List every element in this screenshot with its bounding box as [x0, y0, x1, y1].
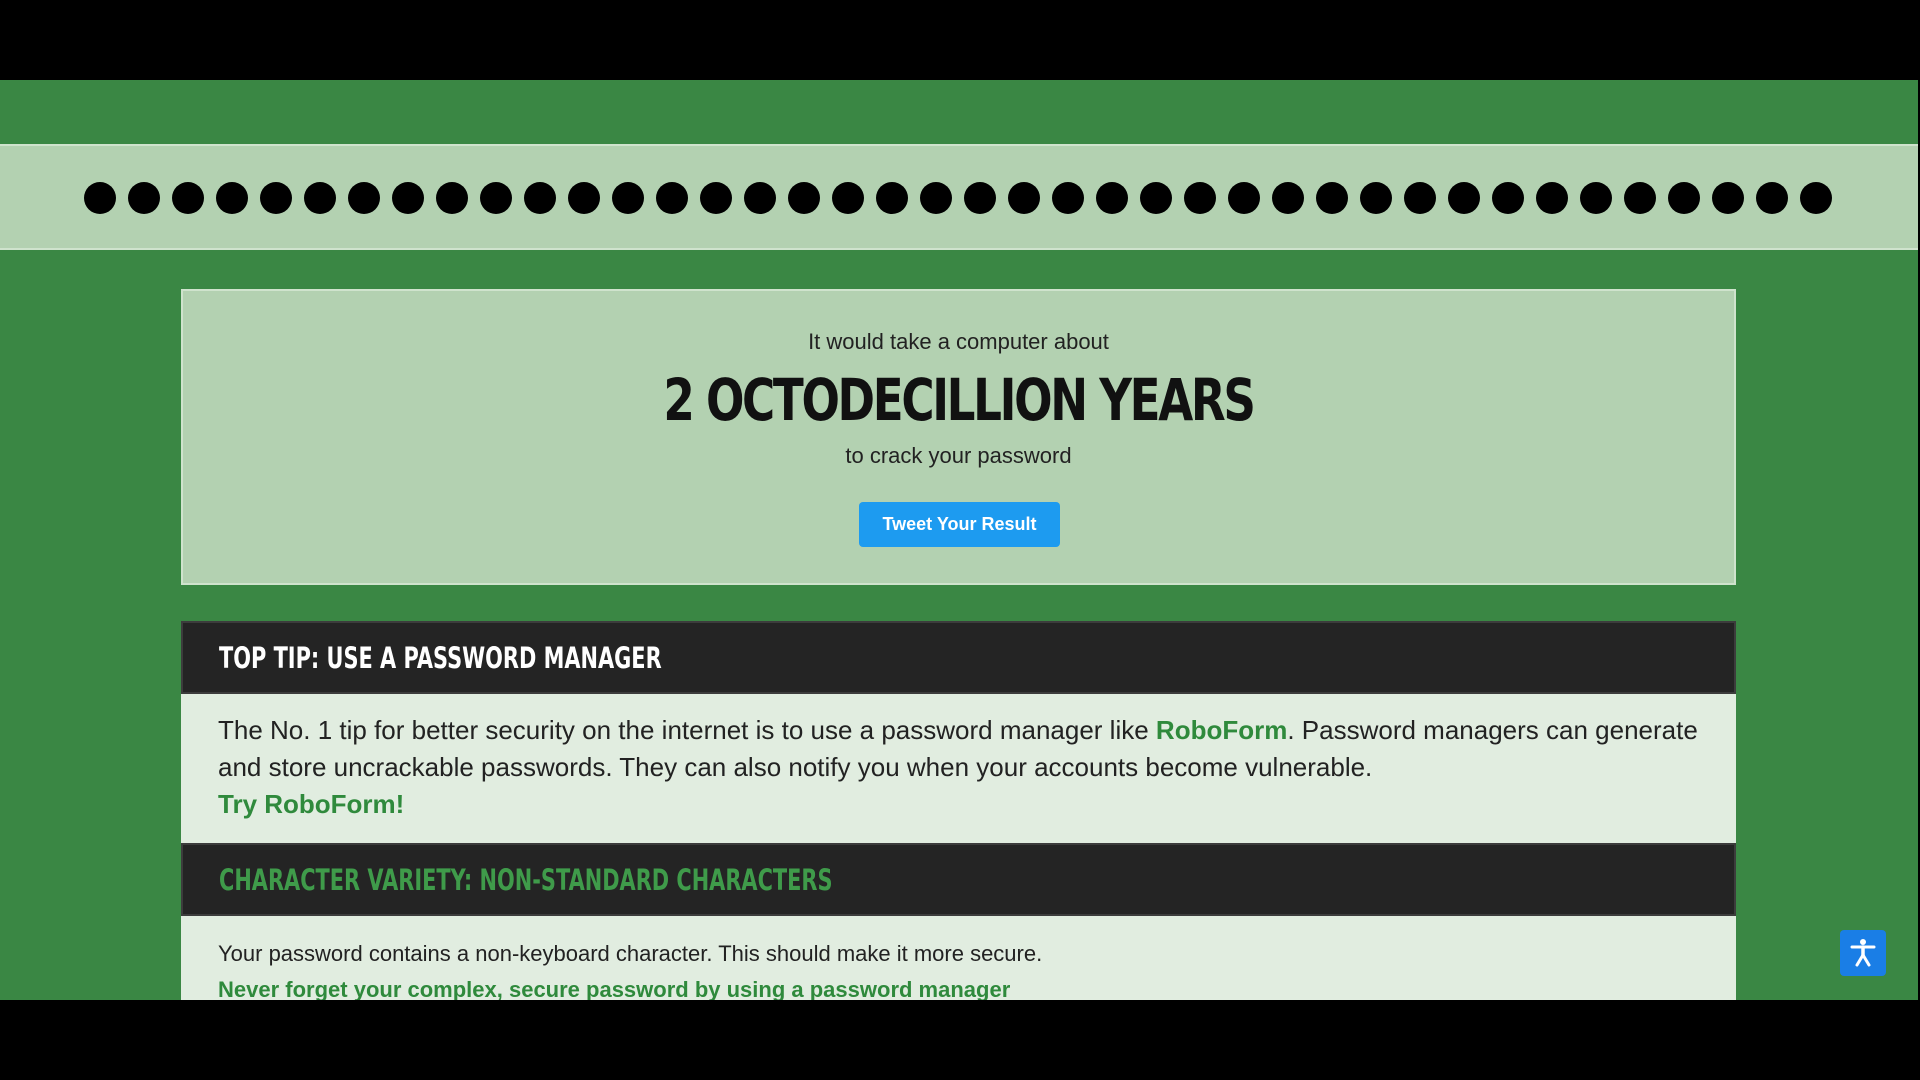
top-tip-title: TOP TIP: USE A PASSWORD MANAGER	[219, 640, 662, 675]
password-dot	[1228, 182, 1260, 214]
password-dot	[1272, 182, 1304, 214]
character-variety-card: CHARACTER VARIETY: NON-STANDARD CHARACTE…	[181, 843, 1736, 1000]
password-dot	[436, 182, 468, 214]
password-dot	[964, 182, 996, 214]
password-dot	[1492, 182, 1524, 214]
password-dot	[568, 182, 600, 214]
password-dot	[920, 182, 952, 214]
password-dot	[1756, 182, 1788, 214]
password-mask	[84, 182, 1832, 214]
password-dot	[1184, 182, 1216, 214]
password-dot	[744, 182, 776, 214]
password-dot	[1360, 182, 1392, 214]
password-display[interactable]	[0, 144, 1918, 250]
password-dot	[1052, 182, 1084, 214]
password-dot	[524, 182, 556, 214]
accessibility-button[interactable]	[1840, 930, 1886, 976]
password-manager-link[interactable]: Never forget your complex, secure passwo…	[218, 977, 1010, 1000]
password-dot	[832, 182, 864, 214]
password-dot	[392, 182, 424, 214]
password-dot	[216, 182, 248, 214]
password-dot	[1712, 182, 1744, 214]
character-variety-body: Your password contains a non-keyboard ch…	[181, 916, 1736, 1000]
page-viewport: It would take a computer about 2 OCTODEC…	[0, 80, 1918, 1000]
password-dot	[1800, 182, 1832, 214]
crack-time-result: It would take a computer about 2 OCTODEC…	[181, 289, 1736, 585]
accessibility-icon	[1848, 937, 1878, 970]
password-dot	[172, 182, 204, 214]
top-tip-card: TOP TIP: USE A PASSWORD MANAGER The No. …	[181, 621, 1736, 843]
top-tip-body: The No. 1 tip for better security on the…	[181, 694, 1736, 843]
password-dot	[1448, 182, 1480, 214]
password-dot	[612, 182, 644, 214]
password-dot	[1140, 182, 1172, 214]
password-dot	[1580, 182, 1612, 214]
result-intro: It would take a computer about	[808, 329, 1109, 354]
tweet-result-button[interactable]: Tweet Your Result	[859, 502, 1060, 547]
character-variety-text: Your password contains a non-keyboard ch…	[218, 941, 1043, 966]
roboform-link[interactable]: RoboForm	[1156, 715, 1287, 745]
top-tip-text-start: The No. 1 tip for better security on the…	[218, 715, 1156, 745]
letterbox-bottom	[0, 1000, 1920, 1080]
password-dot	[656, 182, 688, 214]
password-dot	[260, 182, 292, 214]
password-dot	[876, 182, 908, 214]
password-dot	[1096, 182, 1128, 214]
letterbox-top	[0, 0, 1920, 80]
top-tip-header: TOP TIP: USE A PASSWORD MANAGER	[181, 621, 1736, 694]
character-variety-title: CHARACTER VARIETY: NON-STANDARD CHARACTE…	[219, 862, 833, 897]
password-dot	[1008, 182, 1040, 214]
password-dot	[1316, 182, 1348, 214]
result-outro: to crack your password	[845, 443, 1072, 468]
password-dot	[304, 182, 336, 214]
password-dot	[1404, 182, 1436, 214]
password-dot	[700, 182, 732, 214]
password-dot	[128, 182, 160, 214]
password-dot	[84, 182, 116, 214]
password-dot	[788, 182, 820, 214]
password-dot	[480, 182, 512, 214]
password-dot	[1668, 182, 1700, 214]
password-dot	[1536, 182, 1568, 214]
character-variety-header: CHARACTER VARIETY: NON-STANDARD CHARACTE…	[181, 843, 1736, 916]
password-dot	[1624, 182, 1656, 214]
crack-time-value: 2 OCTODECILLION YEARS	[663, 366, 1256, 434]
try-roboform-link[interactable]: Try RoboForm!	[218, 789, 404, 819]
password-dot	[348, 182, 380, 214]
